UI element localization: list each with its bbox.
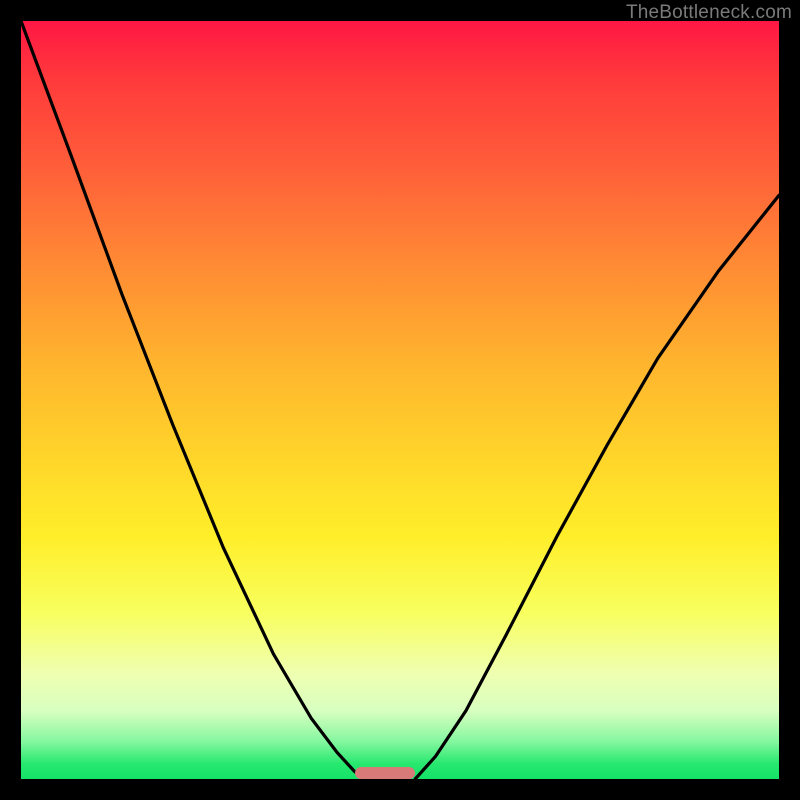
right-bottleneck-curve [415,195,779,779]
optimum-marker [355,767,416,779]
left-bottleneck-curve [21,21,364,779]
watermark-text: TheBottleneck.com [626,2,792,24]
chart-frame: TheBottleneck.com [0,0,800,800]
chart-plot-area [21,21,779,779]
chart-curves-svg [21,21,779,779]
